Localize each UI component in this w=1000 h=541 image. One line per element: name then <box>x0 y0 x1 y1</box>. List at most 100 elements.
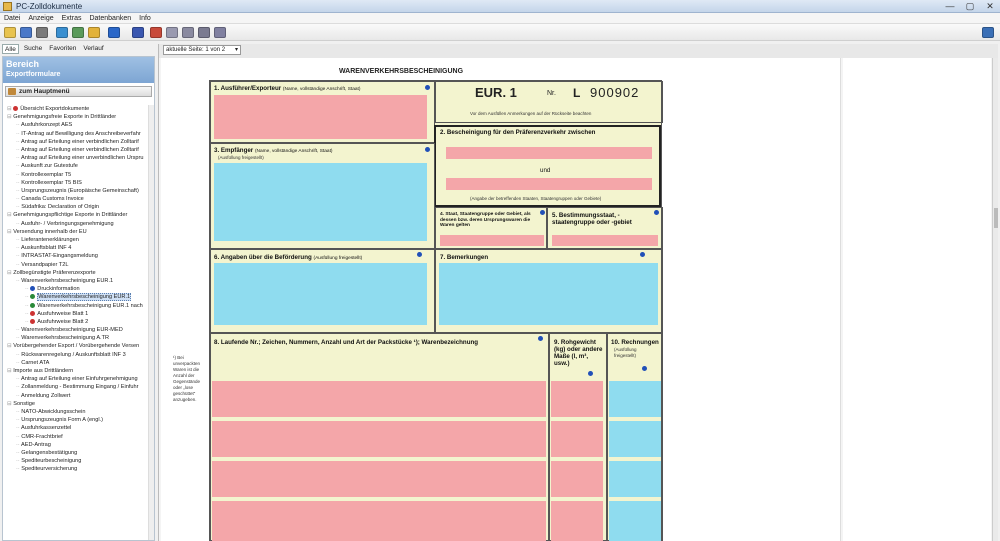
tree-item[interactable]: ·· Ausfuhrweise Blatt 1 <box>3 310 156 318</box>
tree-item[interactable]: ·· Spediteurversicherung <box>3 465 156 473</box>
field-3-input[interactable] <box>214 163 427 241</box>
doc-edit-icon[interactable] <box>214 27 226 38</box>
field-9-input-3[interactable] <box>551 461 603 497</box>
spellcheck-icon[interactable] <box>132 27 144 38</box>
tree-item[interactable]: ·· Antrag auf Erteilung einer Einfuhrgen… <box>3 375 156 383</box>
info-icon[interactable] <box>654 210 659 215</box>
field-8-input-2[interactable] <box>212 421 546 457</box>
info-icon[interactable] <box>538 336 543 341</box>
sidebar-scrollbar[interactable] <box>148 105 154 540</box>
field-8-input-3[interactable] <box>212 461 546 497</box>
tree-item[interactable]: ·· Ausfuhrweise Blatt 2 <box>3 318 156 326</box>
field-10-input-4[interactable] <box>609 501 661 541</box>
tree-item[interactable]: ·· Rückwarenregelung / Auskunftsblatt IN… <box>3 351 156 359</box>
tree-item[interactable]: ⊟ Zollbegünstigte Präferenzexporte <box>3 269 156 277</box>
tree-item[interactable]: ·· Carnet ATA <box>3 359 156 367</box>
tools-icon[interactable] <box>72 27 84 38</box>
tree-item[interactable]: ·· Südafrika: Declaration of Origin <box>3 203 156 211</box>
tree-item[interactable]: ·· Canada Customs Invoice <box>3 195 156 203</box>
tree-item[interactable]: ·· Antrag auf Erteilung einer verbindlic… <box>3 146 156 154</box>
tree-item[interactable]: ·· Auskunft zur Gutestufe <box>3 162 156 170</box>
open-folder-icon[interactable] <box>4 27 16 38</box>
tree-item[interactable]: ·· Warenverkehrsbescheinigung EUR.1 nach <box>3 302 156 310</box>
field-2-input-2[interactable] <box>446 178 652 190</box>
tab-suche[interactable]: Suche <box>22 44 44 54</box>
field-4-input[interactable] <box>440 235 544 246</box>
field-8-input-1[interactable] <box>212 381 546 417</box>
field-2-input-1[interactable] <box>446 147 652 159</box>
tree-item[interactable]: ⊟ Importe aus Drittländern <box>3 367 156 375</box>
tree-item[interactable]: ·· Warenverkehrsbescheinigung EUR.1 <box>3 277 156 285</box>
tree-item[interactable]: ⊟ Übersicht Exportdokumente <box>3 105 156 113</box>
field-10-input-2[interactable] <box>609 421 661 457</box>
field-5-input[interactable] <box>552 235 658 246</box>
print-icon[interactable] <box>36 27 48 38</box>
tree-item[interactable]: ·· Kontrollexemplar T5 <box>3 171 156 179</box>
field-8-input-4[interactable] <box>212 501 546 541</box>
info-icon[interactable] <box>425 85 430 90</box>
tree-item[interactable]: ·· Lieferantenerklärungen <box>3 236 156 244</box>
scrollbar-thumb[interactable] <box>994 208 998 228</box>
tree-item[interactable]: ·· Auskunftsblatt INF 4 <box>3 244 156 252</box>
tree-item[interactable]: ·· NATO-Abwicklungsschein <box>3 408 156 416</box>
tab-alle[interactable]: Alle <box>2 44 19 54</box>
tree-item[interactable]: ·· Spediteurbescheinigung <box>3 457 156 465</box>
tree-item[interactable]: ·· Gelangensbestätigung <box>3 449 156 457</box>
tree-item[interactable]: ·· Antrag auf Erteilung einer unverbindl… <box>3 154 156 162</box>
tree-item[interactable]: ·· Ausfuhrkonzept AES <box>3 121 156 129</box>
tree-item[interactable]: ·· Warenverkehrsbescheinigung EUR-MED <box>3 326 156 334</box>
tab-favoriten[interactable]: Favoriten <box>47 44 78 54</box>
tree-item[interactable]: ·· Versandpapier T2L <box>3 261 156 269</box>
info-icon[interactable] <box>540 210 545 215</box>
tree-item[interactable]: ⊟ Sonstige <box>3 400 156 408</box>
doc-icon[interactable] <box>166 27 178 38</box>
update-icon[interactable] <box>982 27 994 38</box>
info-icon[interactable] <box>588 371 593 376</box>
tree-item[interactable]: ⊟ Genehmigungsfreie Exporte in Drittländ… <box>3 113 156 121</box>
info-icon[interactable] <box>640 252 645 257</box>
menu-datenbanken[interactable]: Datenbanken <box>89 13 131 23</box>
star-icon[interactable] <box>88 27 100 38</box>
field-6-input[interactable] <box>214 263 427 325</box>
tree-item[interactable]: ·· Anmeldung Zollwert <box>3 392 156 400</box>
menu-datei[interactable]: Datei <box>4 13 20 23</box>
minimize-button[interactable]: — <box>944 1 956 12</box>
tree-item[interactable]: ·· Ursprungszeugnis Form A (engl.) <box>3 416 156 424</box>
field-9-input-1[interactable] <box>551 381 603 417</box>
info-icon[interactable] <box>642 366 647 371</box>
field-10-input-1[interactable] <box>609 381 661 417</box>
tree-item[interactable]: ·· Ausfuhr- / Verbringungsgenehmigung <box>3 220 156 228</box>
tree-item[interactable]: ·· AED-Antrag <box>3 441 156 449</box>
calculator-icon[interactable] <box>150 27 162 38</box>
tree-item[interactable]: ⊟ Vorübergehender Export / Vorübergehend… <box>3 342 156 350</box>
info-icon[interactable] <box>425 147 430 152</box>
tree-item[interactable]: ·· Antrag auf Erteilung einer verbindlic… <box>3 138 156 146</box>
tree-item[interactable]: ·· Warenverkehrsbescheinigung EUR.1 <box>3 293 156 302</box>
tree-item[interactable]: ·· IT-Antrag auf Bewilligung des Anschre… <box>3 130 156 138</box>
field-7-input[interactable] <box>439 263 658 325</box>
tree-item[interactable]: ⊟ Genehmigungspflichtige Exporte in Drit… <box>3 211 156 219</box>
tree-item[interactable]: ·· Ursprungszeugnis (Europäische Gemeins… <box>3 187 156 195</box>
tree-item[interactable]: ·· CMR-Frachtbrief <box>3 433 156 441</box>
tree-item[interactable]: ·· Warenverkehrsbescheinigung A.TR <box>3 334 156 342</box>
save-icon[interactable] <box>20 27 32 38</box>
field-9-input-2[interactable] <box>551 421 603 457</box>
menu-anzeige[interactable]: Anzeige <box>28 13 53 23</box>
field-9-input-4[interactable] <box>551 501 603 541</box>
tree-item[interactable]: ·· Kontrollexemplar T5 BIS <box>3 179 156 187</box>
page-select[interactable]: aktuelle Seite: 1 von 2 ▾ <box>163 45 241 55</box>
menu-info[interactable]: Info <box>139 13 151 23</box>
document-scrollbar[interactable] <box>992 58 998 541</box>
tree-item[interactable]: ·· Druckinformation <box>3 285 156 293</box>
doc-search-icon[interactable] <box>198 27 210 38</box>
home-button[interactable]: zum Hauptmenü <box>5 86 152 97</box>
menu-extras[interactable]: Extras <box>62 13 82 23</box>
doc-add-icon[interactable] <box>182 27 194 38</box>
tab-verlauf[interactable]: Verlauf <box>81 44 105 54</box>
layout-icon[interactable] <box>56 27 68 38</box>
tree-item[interactable]: ⊟ Versendung innerhalb der EU <box>3 228 156 236</box>
field-10-input-3[interactable] <box>609 461 661 497</box>
tree-item[interactable]: ·· INTRASTAT-Eingangsmeldung <box>3 252 156 260</box>
book-icon[interactable] <box>108 27 120 38</box>
info-icon[interactable] <box>417 252 422 257</box>
